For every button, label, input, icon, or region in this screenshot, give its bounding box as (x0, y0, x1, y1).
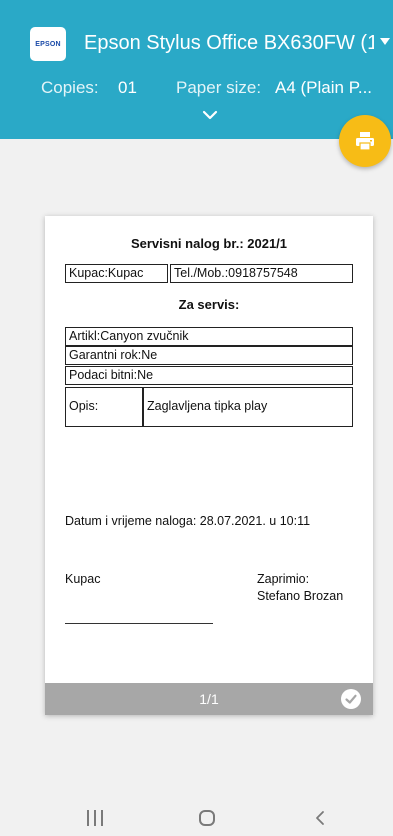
order-datetime: Datum i vrijeme naloga: 28.07.2021. u 10… (65, 514, 311, 528)
copies-label: Copies: (41, 78, 99, 97)
warranty-cell: Garantni rok:Ne (65, 346, 353, 365)
printer-selector[interactable]: Epson Stylus Office BX630FW (1... (84, 32, 374, 55)
paper-size-label: Paper size: (176, 78, 262, 97)
received-by-name: Stefano Brozan (257, 589, 344, 603)
phone-cell: Tel./Mob.:0918757548 (170, 264, 353, 283)
back-icon[interactable] (313, 810, 327, 826)
check-icon (345, 694, 357, 704)
copies-value[interactable]: 01 (118, 78, 137, 98)
customer-signature-label: Kupac (65, 572, 101, 586)
received-label: Zaprimio: (257, 572, 310, 586)
article-cell: Artikl:Canyon zvučnik (65, 327, 353, 346)
epson-logo: EPSON (30, 27, 66, 61)
system-nav-bar (0, 790, 393, 836)
page-count: 1/1 (199, 691, 219, 707)
document-title: Servisni nalog br.: 2021/1 (130, 236, 288, 251)
chevron-down-icon[interactable] (201, 109, 219, 121)
print-header: EPSON Epson Stylus Office BX630FW (1... … (0, 0, 393, 139)
section-title: Za servis: (178, 297, 240, 312)
top-strip (0, 0, 393, 8)
print-preview-page[interactable]: Servisni nalog br.: 2021/1 Kupac:Kupac T… (45, 216, 373, 715)
signature-line (65, 623, 213, 624)
logo-text: EPSON (35, 40, 61, 48)
page-indicator-bar: 1/1 (45, 683, 373, 715)
recents-icon[interactable] (87, 810, 105, 826)
paper-size-value[interactable]: A4 (Plain P... (275, 78, 385, 98)
page-selected-check[interactable] (341, 689, 361, 709)
home-icon[interactable] (199, 810, 215, 826)
description-value-cell: Zaglavljena tipka play (143, 387, 353, 427)
printer-icon (356, 132, 374, 151)
dropdown-arrow-icon[interactable] (380, 38, 390, 45)
description-label-cell: Opis: (65, 387, 143, 427)
important-data-cell: Podaci bitni:Ne (65, 366, 353, 385)
customer-cell: Kupac:Kupac (65, 264, 168, 283)
print-button[interactable] (339, 115, 391, 167)
